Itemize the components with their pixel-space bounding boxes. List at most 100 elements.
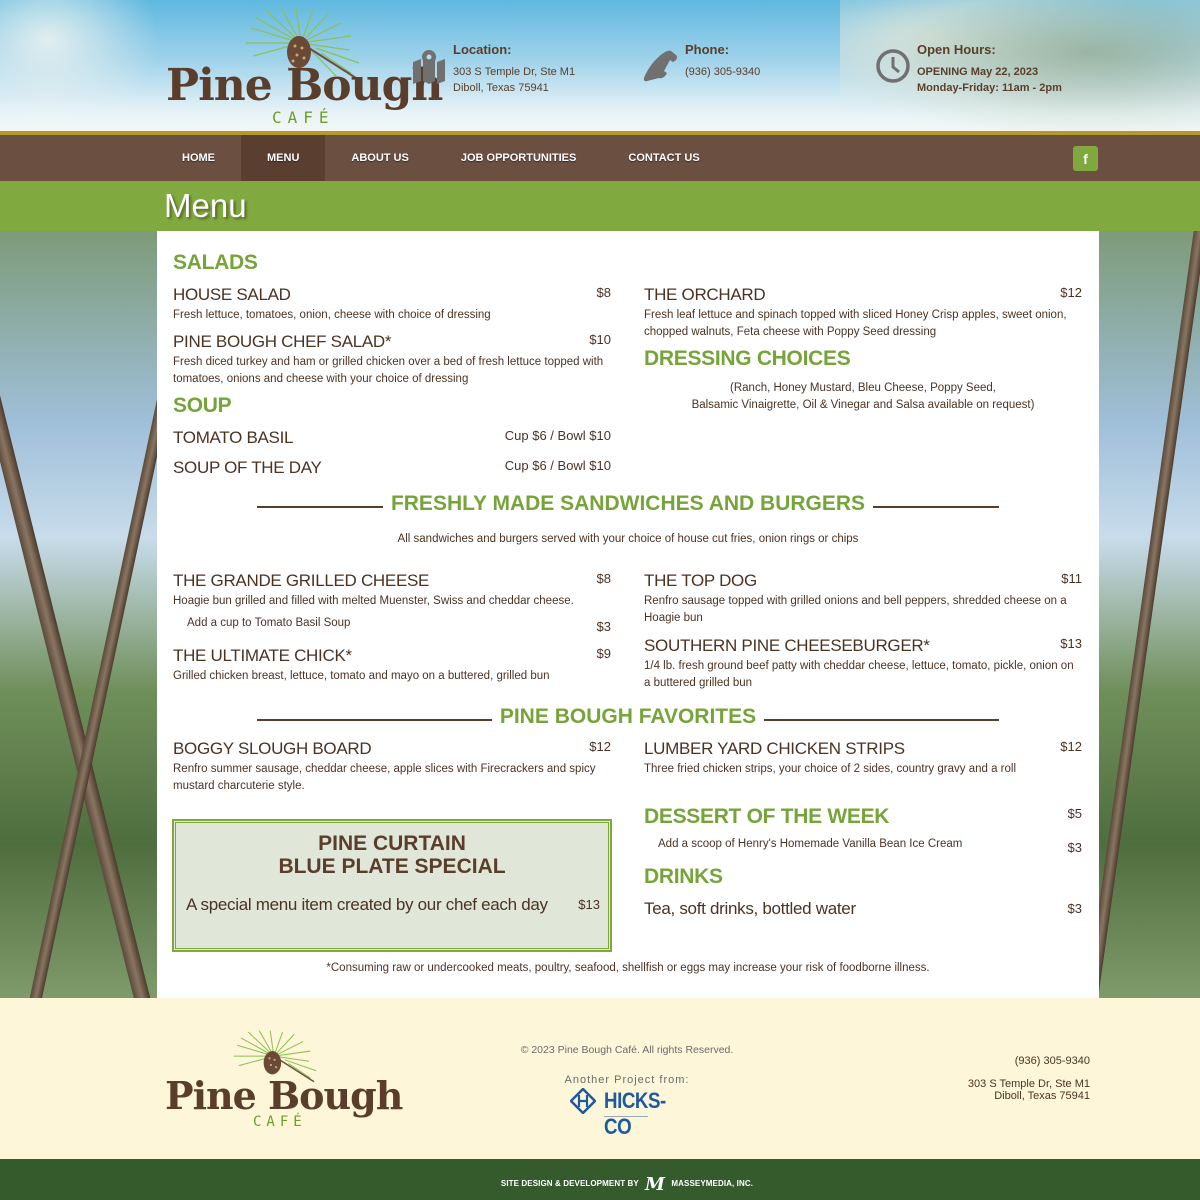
- special-desc: A special menu item created by our chef …: [186, 895, 548, 914]
- location-label: Location:: [453, 42, 512, 57]
- hours-line-1: OPENING May 22, 2023: [917, 66, 1039, 78]
- menu-item-price: $12: [589, 739, 611, 754]
- menu-item-name: TOMATO BASIL: [173, 428, 294, 447]
- nav-about-us[interactable]: ABOUT US: [325, 135, 434, 181]
- nav-menu[interactable]: MENU: [241, 135, 326, 181]
- menu-item-price: Cup $6 / Bowl $10: [504, 458, 611, 473]
- section-heading-drinks: DRINKS: [644, 865, 723, 888]
- menu-item-price: Cup $6 / Bowl $10: [504, 428, 611, 443]
- menu-item-desc: Grilled chicken breast, lettuce, tomato …: [173, 670, 550, 682]
- phone-label: Phone:: [685, 42, 730, 57]
- special-title-2: BLUE PLATE SPECIAL: [278, 855, 506, 878]
- menu-item-price: $8: [596, 571, 611, 586]
- menu-content: SALADS HOUSE SALAD $8 Fresh lettuce, tom…: [157, 231, 1099, 998]
- menu-item-price: $3: [1067, 901, 1082, 916]
- dressing-line-1: (Ranch, Honey Mustard, Bleu Cheese, Popp…: [730, 382, 996, 394]
- addon-price: $3: [596, 619, 611, 634]
- site-logo[interactable]: Pine Bough CAFÉ: [166, 8, 443, 128]
- menu-item-name: BOGGY SLOUGH BOARD: [173, 739, 372, 758]
- menu-item-price: $9: [596, 646, 611, 661]
- sandwiches-note: All sandwiches and burgers served with y…: [397, 533, 859, 545]
- phone-number[interactable]: (936) 305-9340: [685, 66, 760, 78]
- map-pin-icon: [413, 50, 445, 84]
- menu-item-desc: 1/4 lb. fresh ground beef patty with che…: [644, 660, 1074, 689]
- footer-logo-cafe: CAFÉ: [253, 1114, 307, 1130]
- dressing-line-2: Balsamic Vinaigrette, Oil & Vinegar and …: [691, 399, 1035, 411]
- menu-item-name: THE GRANDE GRILLED CHEESE: [173, 571, 430, 590]
- menu-item-name: SOUP OF THE DAY: [173, 458, 322, 477]
- hicks-co-icon: [570, 1088, 596, 1114]
- header-hours: Open Hours: OPENING May 22, 2023 Monday-…: [875, 42, 1095, 102]
- section-heading-dressing: DRESSING CHOICES: [644, 347, 851, 370]
- footer-address-1: 303 S Temple Dr, Ste M1: [967, 1078, 1090, 1090]
- nav-home[interactable]: HOME: [156, 135, 241, 181]
- menu-item-desc: Fresh leaf lettuce and spinach topped wi…: [644, 309, 1067, 338]
- footer-address-2: Diboll, Texas 75941: [994, 1090, 1090, 1102]
- footer-phone[interactable]: (936) 305-9340: [1015, 1055, 1090, 1067]
- section-divider-favorites: PINE BOUGH FAVORITES: [257, 705, 999, 733]
- hicks-co-logo[interactable]: HICKS-CO: [570, 1086, 685, 1139]
- menu-item-price: $12: [1060, 285, 1082, 300]
- credit-company: MASSEYMEDIA, INC.: [671, 1179, 754, 1188]
- site-credit[interactable]: SITE DESIGN & DEVELOPMENT BY M MASSEYMED…: [0, 1174, 1200, 1195]
- section-heading-sandwiches: FRESHLY MADE SANDWICHES AND BURGERS: [382, 492, 874, 515]
- section-divider-sandwiches: FRESHLY MADE SANDWICHES AND BURGERS: [257, 492, 999, 520]
- menu-item-name: THE ULTIMATE CHICK*: [173, 646, 352, 665]
- addon-text: Add a cup to Tomato Basil Soup: [187, 617, 351, 629]
- hours-line-2: Monday-Friday: 11am - 2pm: [917, 82, 1062, 94]
- logo-cafe-text: CAFÉ: [272, 108, 335, 127]
- location-line-1: 303 S Temple Dr, Ste M1: [453, 66, 576, 78]
- main-nav: HOME MENU ABOUT US JOB OPPORTUNITIES CON…: [0, 135, 1200, 181]
- menu-item-name: THE TOP DOG: [644, 571, 757, 590]
- menu-item-price: $8: [596, 285, 611, 300]
- header-phone: Phone: (936) 305-9340: [643, 42, 823, 102]
- nav-contact-us[interactable]: CONTACT US: [602, 135, 725, 181]
- menu-item-desc: Fresh diced turkey and ham or grilled ch…: [173, 356, 604, 385]
- menu-item-name: SOUTHERN PINE CHEESEBURGER*: [644, 636, 930, 655]
- menu-item-price: $11: [1061, 571, 1082, 586]
- menu-item-name: THE ORCHARD: [644, 285, 766, 304]
- menu-item-price: $10: [589, 332, 611, 347]
- section-heading-favorites: PINE BOUGH FAVORITES: [491, 705, 765, 728]
- dressing-choices: (Ranch, Honey Mustard, Bleu Cheese, Popp…: [644, 380, 1082, 414]
- addon-price: $3: [1067, 840, 1082, 855]
- food-safety-disclaimer: *Consuming raw or undercooked meats, pou…: [326, 962, 930, 974]
- nav-job-opportunities[interactable]: JOB OPPORTUNITIES: [435, 135, 603, 181]
- menu-item-name: PINE BOUGH CHEF SALAD*: [173, 332, 392, 351]
- partner-underline: [604, 1116, 648, 1117]
- header-location: Location: 303 S Temple Dr, Ste M1 Diboll…: [411, 42, 611, 102]
- site-footer: Pine Bough CAFÉ © 2023 Pine Bough Café. …: [0, 998, 1200, 1159]
- blue-plate-special: PINE CURTAIN BLUE PLATE SPECIAL A specia…: [172, 819, 612, 952]
- section-heading-dessert: DESSERT OF THE WEEK: [644, 805, 890, 828]
- background-trees-left: [0, 231, 157, 998]
- menu-item-desc: Hoagie bun grilled and filled with melte…: [173, 595, 574, 607]
- masseymedia-logo-icon: M: [645, 1174, 666, 1195]
- menu-item-desc: Three fried chicken strips, your choice …: [644, 763, 1017, 775]
- location-line-2: Diboll, Texas 75941: [453, 82, 549, 94]
- addon-text: Add a scoop of Henry's Homemade Vanilla …: [658, 838, 963, 850]
- clock-icon: [876, 49, 910, 83]
- logo-brand-text: Pine Bough: [166, 60, 443, 111]
- credit-bar: SITE DESIGN & DEVELOPMENT BY M MASSEYMED…: [0, 1159, 1200, 1200]
- credit-prefix: SITE DESIGN & DEVELOPMENT BY: [500, 1179, 639, 1188]
- menu-item-desc: Fresh lettuce, tomatoes, onion, cheese w…: [173, 309, 491, 321]
- menu-item-name: Tea, soft drinks, bottled water: [644, 899, 856, 918]
- menu-item-desc: Renfro sausage topped with grilled onion…: [644, 595, 1067, 624]
- site-header: Pine Bough CAFÉ Location: 303 S Temple D…: [0, 0, 1200, 133]
- page-title-bar: Menu: [0, 181, 1200, 231]
- special-title-1: PINE CURTAIN: [318, 832, 466, 855]
- header-background-trees-left: [0, 0, 160, 133]
- section-heading-salads: SALADS: [173, 251, 258, 274]
- background-trees-right: [1099, 231, 1200, 998]
- dessert-price: $5: [1067, 806, 1082, 821]
- phone-icon: [643, 50, 677, 82]
- facebook-icon[interactable]: f: [1073, 146, 1098, 171]
- menu-item-name: HOUSE SALAD: [173, 285, 291, 304]
- special-price: $13: [578, 897, 600, 912]
- hours-label: Open Hours:: [917, 42, 996, 57]
- menu-item-price: $12: [1060, 739, 1082, 754]
- menu-item-name: LUMBER YARD CHICKEN STRIPS: [644, 739, 905, 758]
- menu-item-desc: Renfro summer sausage, cheddar cheese, a…: [173, 763, 596, 792]
- partner-name: HICKS-CO: [604, 1088, 666, 1139]
- menu-item-price: $13: [1060, 636, 1082, 651]
